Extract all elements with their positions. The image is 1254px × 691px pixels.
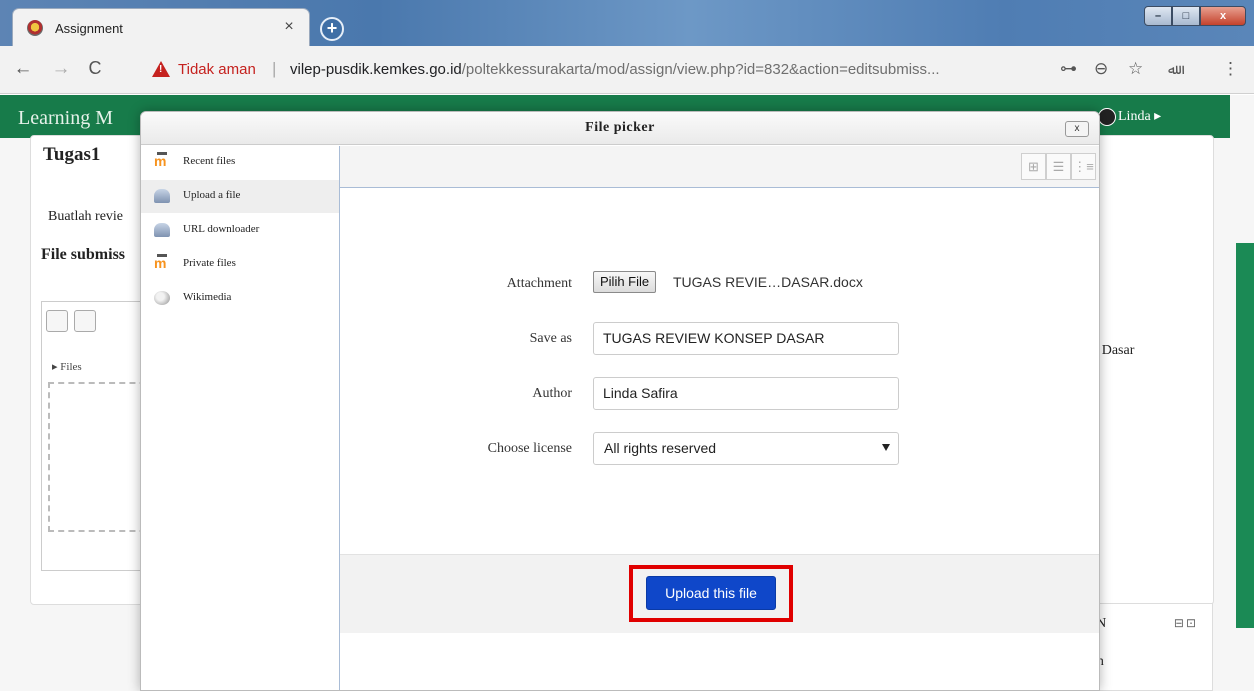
repo-label: Private files — [183, 257, 236, 269]
repo-label: Wikimedia — [183, 291, 232, 303]
maximize-button[interactable]: □ — [1172, 6, 1200, 26]
user-menu[interactable]: Linda ▸ — [1118, 108, 1161, 125]
close-dialog-button[interactable]: x — [1065, 121, 1089, 137]
create-folder-icon[interactable] — [74, 310, 96, 332]
forward-icon[interactable]: → — [50, 58, 72, 80]
tab-close-icon[interactable]: × — [281, 18, 297, 36]
warning-icon — [152, 61, 170, 77]
attachment-row: Attachment Pilih File TUGAS REVIE…DASAR.… — [340, 267, 1099, 301]
file-picker-content: ⊞ ☰ ⋮≡ Attachment Pilih File TUGAS REVIE… — [339, 146, 1099, 690]
new-tab-button[interactable]: + — [320, 17, 344, 41]
author-label: Author — [532, 386, 572, 401]
browser-titlebar: Assignment × + – □ x — [0, 0, 1254, 46]
chosen-file-name: TUGAS REVIE…DASAR.docx — [673, 274, 863, 290]
repo-label: URL downloader — [183, 223, 260, 235]
view-mode-buttons: ⊞ ☰ ⋮≡ — [1021, 153, 1096, 180]
bookmark-star-icon[interactable]: ☆ — [1128, 59, 1143, 79]
url-separator: | — [272, 59, 277, 78]
choose-file-button[interactable]: Pilih File — [593, 271, 657, 293]
browser-toolbar: ← → C Tidak aman | vilep-pusdik.kemkes.g… — [0, 46, 1254, 94]
extension-icon[interactable]: ﷲ — [1168, 61, 1176, 78]
repo-label: Recent files — [183, 155, 236, 167]
repo-wikimedia[interactable]: Wikimedia — [141, 282, 339, 315]
repo-label: Upload a file — [183, 189, 241, 201]
file-picker-title: File picker — [585, 120, 655, 135]
url-host: vilep-pusdik.kemkes.go.id — [290, 61, 462, 78]
reload-icon[interactable]: C — [84, 58, 106, 79]
minimize-button[interactable]: – — [1144, 6, 1172, 26]
dropdown-caret-icon — [882, 444, 890, 451]
license-select-value: All rights reserved — [604, 440, 717, 456]
block-controls-icon[interactable]: ⊟⊡ — [1174, 616, 1198, 630]
license-select[interactable]: All rights reserved — [593, 432, 899, 465]
file-picker-header: File picker x — [141, 112, 1099, 145]
back-icon[interactable]: ← — [12, 58, 34, 80]
author-row: Author Linda Safira — [340, 377, 1099, 411]
license-row: Choose license All rights reserved — [340, 432, 1099, 466]
window-close-button[interactable]: x — [1200, 6, 1246, 26]
save-as-label: Save as — [529, 331, 572, 346]
view-toolbar: ⊞ ☰ ⋮≡ — [340, 146, 1099, 188]
filemanager-toolbar — [46, 310, 96, 332]
side-accent — [1236, 243, 1254, 628]
side-block: ON ⊟⊡ ion — [1085, 603, 1213, 691]
address-bar[interactable]: Tidak aman | vilep-pusdik.kemkes.go.id/p… — [144, 56, 1044, 84]
save-as-row: Save as TUGAS REVIEW KONSEP DASAR — [340, 322, 1099, 356]
moodle-icon: m — [154, 254, 170, 271]
repo-url-downloader[interactable]: URL downloader — [141, 214, 339, 247]
attachment-label: Attachment — [506, 276, 572, 291]
browser-menu-icon[interactable]: ⋮ — [1222, 59, 1239, 79]
cloud-upload-icon — [154, 189, 170, 203]
zoom-icon[interactable]: ⊖ — [1094, 59, 1108, 79]
user-avatar[interactable] — [1098, 108, 1116, 126]
repo-recent-files[interactable]: m Recent files — [141, 146, 339, 179]
author-input[interactable]: Linda Safira — [593, 377, 899, 410]
file-submission-heading: File submiss — [41, 246, 126, 263]
icon-view-icon[interactable]: ⊞ — [1021, 153, 1046, 180]
tab-title: Assignment — [55, 21, 123, 36]
tree-view-icon[interactable]: ⋮≡ — [1071, 153, 1096, 180]
repo-private-files[interactable]: m Private files — [141, 248, 339, 281]
key-icon[interactable]: ⊶ — [1060, 59, 1077, 79]
not-secure-label[interactable]: Tidak aman — [178, 61, 256, 78]
repo-upload-a-file[interactable]: Upload a file — [141, 180, 339, 213]
wikimedia-icon — [154, 291, 170, 305]
moodle-icon: m — [154, 152, 170, 169]
repository-list: m Recent files Upload a file URL downloa… — [141, 146, 339, 690]
files-folder[interactable]: ▸ Files — [52, 360, 82, 373]
url-path: /poltekkessurakarta/mod/assign/view.php?… — [461, 61, 940, 78]
window-controls: – □ x — [1144, 6, 1246, 26]
upload-this-file-button[interactable]: Upload this file — [646, 576, 776, 610]
site-favicon-icon — [27, 20, 43, 36]
list-view-icon[interactable]: ☰ — [1046, 153, 1071, 180]
upload-action-area: Upload this file — [340, 554, 1099, 633]
save-as-input[interactable]: TUGAS REVIEW KONSEP DASAR — [593, 322, 899, 355]
file-picker-dialog: File picker x m Recent files Upload a fi… — [140, 111, 1100, 691]
cloud-upload-icon — [154, 223, 170, 237]
browser-tab[interactable]: Assignment × — [12, 8, 310, 46]
license-label: Choose license — [487, 441, 572, 456]
add-file-icon[interactable] — [46, 310, 68, 332]
url-text[interactable]: vilep-pusdik.kemkes.go.id/poltekkessurak… — [290, 61, 940, 78]
assignment-description: Buatlah revie — [48, 209, 124, 224]
assignment-heading: Tugas1 — [43, 144, 101, 165]
site-title[interactable]: Learning M — [18, 107, 113, 130]
